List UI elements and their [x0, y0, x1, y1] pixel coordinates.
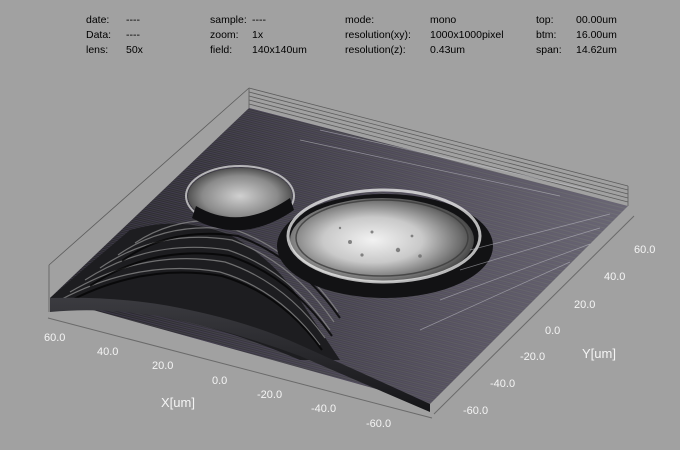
y-axis-title: Y[um] [582, 346, 616, 361]
x-tick-label: -20.0 [257, 389, 282, 401]
y-tick-label: 20.0 [574, 299, 595, 311]
x-tick-label: 20.0 [152, 360, 173, 372]
y-tick-label: -60.0 [463, 405, 488, 417]
y-tick-label: 0.0 [545, 325, 560, 337]
surface-plot[interactable]: 60.0 40.0 20.0 0.0 -20.0 -40.0 -60.0 X[u… [0, 0, 680, 450]
y-tick-label: -40.0 [490, 378, 515, 390]
x-tick-label: -40.0 [311, 403, 336, 415]
x-axis-title: X[um] [161, 395, 195, 410]
y-tick-label: -20.0 [520, 351, 545, 363]
x-tick-label: 40.0 [97, 346, 118, 358]
y-tick-label: 40.0 [604, 271, 625, 283]
viewer-3d[interactable]: date: ---- Data: ---- lens: 50x sample: … [0, 0, 680, 450]
x-tick-label: 0.0 [212, 375, 227, 387]
x-tick-label: 60.0 [44, 332, 65, 344]
x-tick-label: -60.0 [366, 418, 391, 430]
y-tick-label: 60.0 [634, 244, 655, 256]
